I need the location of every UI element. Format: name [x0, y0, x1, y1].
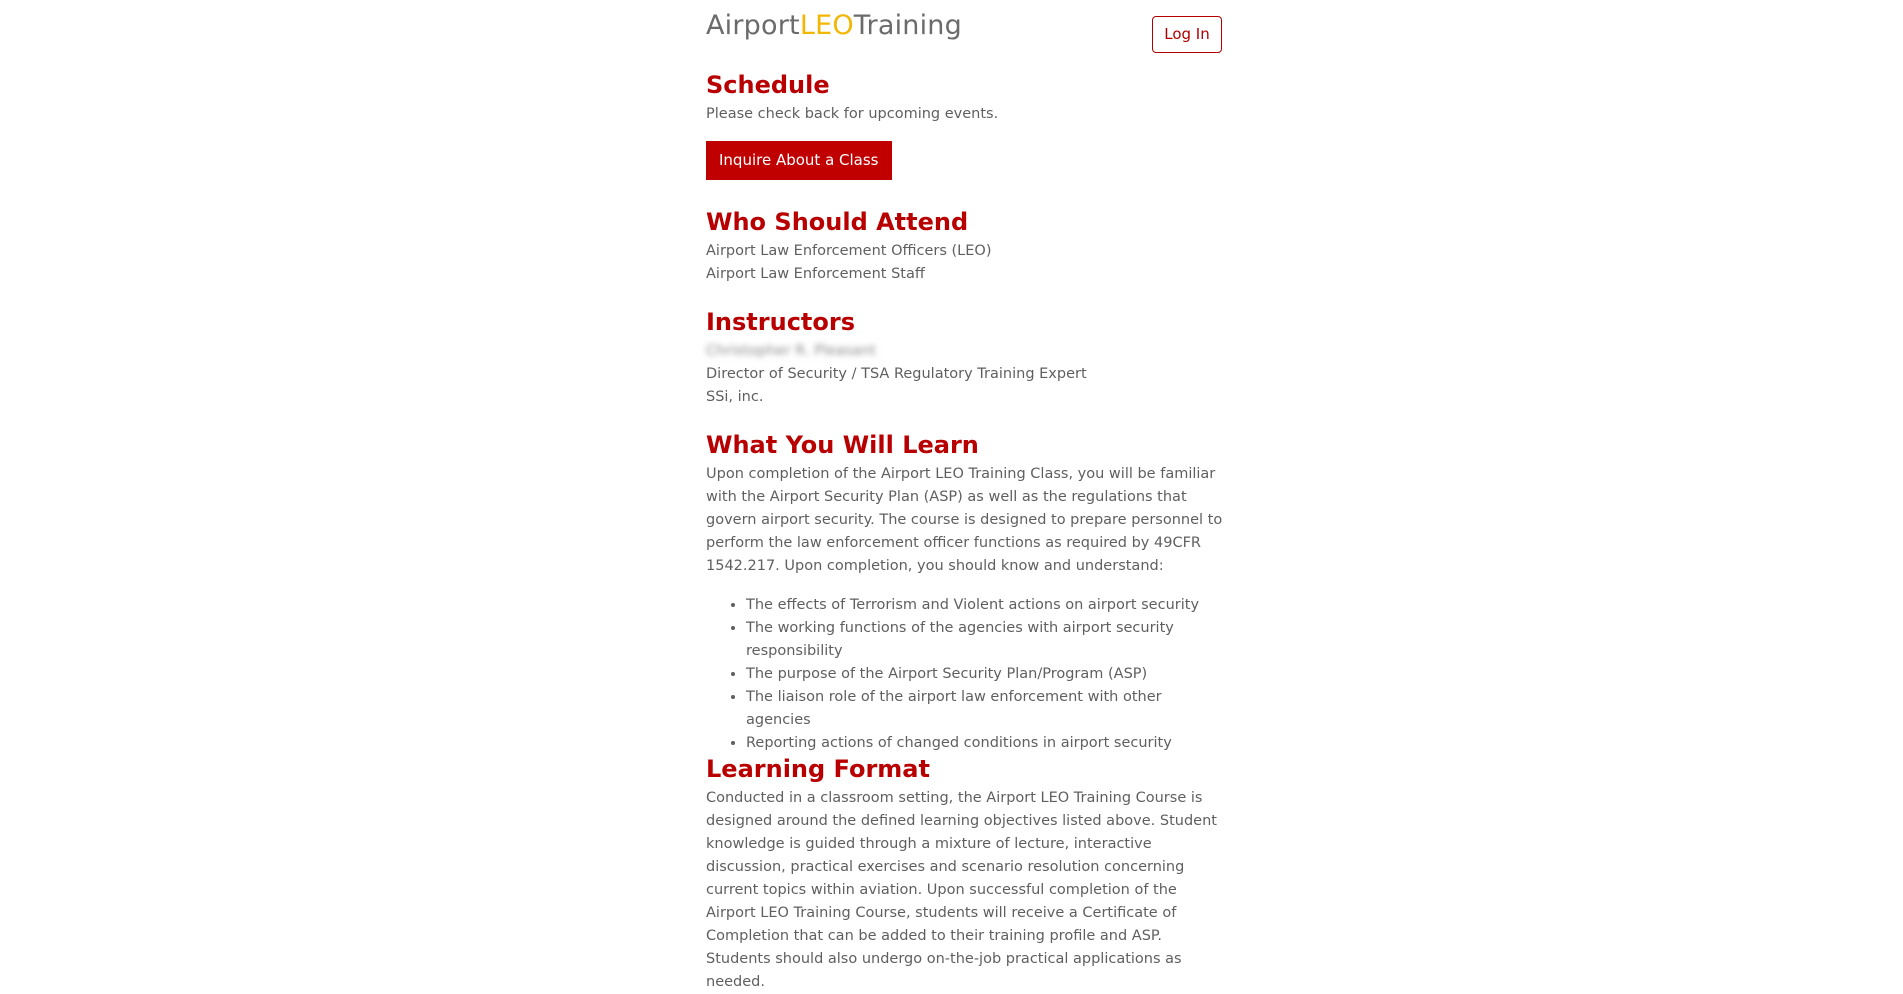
- logo-text-airport: Airport: [706, 10, 800, 41]
- login-button[interactable]: Log In: [1152, 16, 1222, 53]
- schedule-text: Please check back for upcoming events.: [706, 106, 999, 122]
- format-section: Learning Format Conducted in a classroom…: [706, 754, 1224, 994]
- format-text: Conducted in a classroom setting, the Ai…: [706, 790, 1217, 990]
- learn-heading: What You Will Learn: [706, 431, 979, 459]
- list-item: The effects of Terrorism and Violent act…: [746, 594, 1224, 617]
- instructor-role: Director of Security / TSA Regulatory Tr…: [706, 366, 1087, 382]
- list-item: Reporting actions of changed conditions …: [746, 732, 1224, 755]
- list-item: The purpose of the Airport Security Plan…: [746, 663, 1224, 686]
- attend-section: Who Should Attend Airport Law Enforcemen…: [706, 207, 1224, 286]
- inquire-class-button[interactable]: Inquire About a Class: [706, 141, 892, 180]
- logo-text-leo: LEO: [799, 10, 854, 41]
- list-item: The liaison role of the airport law enfo…: [746, 686, 1224, 732]
- schedule-section: Schedule Please check back for upcoming …: [706, 70, 1224, 180]
- attend-item: Airport Law Enforcement Staff: [706, 266, 925, 282]
- attend-heading: Who Should Attend: [706, 208, 969, 236]
- learn-section: What You Will Learn Upon completion of t…: [706, 430, 1224, 755]
- instructors-section: Instructors Christopher R. Pleasant Dire…: [706, 307, 1224, 409]
- attend-item: Airport Law Enforcement Officers (LEO): [706, 243, 992, 259]
- list-item: The working functions of the agencies wi…: [746, 617, 1224, 663]
- schedule-heading: Schedule: [706, 71, 830, 99]
- learn-intro: Upon completion of the Airport LEO Train…: [706, 466, 1223, 574]
- instructor-company: SSi, inc.: [706, 389, 764, 405]
- site-logo[interactable]: AirportLEOTraining: [706, 10, 962, 41]
- instructor-name: Christopher R. Pleasant: [706, 343, 876, 359]
- instructors-heading: Instructors: [706, 308, 856, 336]
- site-header: AirportLEOTraining Log In: [706, 0, 1224, 60]
- logo-text-training: Training: [853, 10, 962, 41]
- learn-list: The effects of Terrorism and Violent act…: [706, 594, 1224, 755]
- page-container: AirportLEOTraining Log In Schedule Pleas…: [706, 0, 1224, 990]
- format-heading: Learning Format: [706, 755, 930, 783]
